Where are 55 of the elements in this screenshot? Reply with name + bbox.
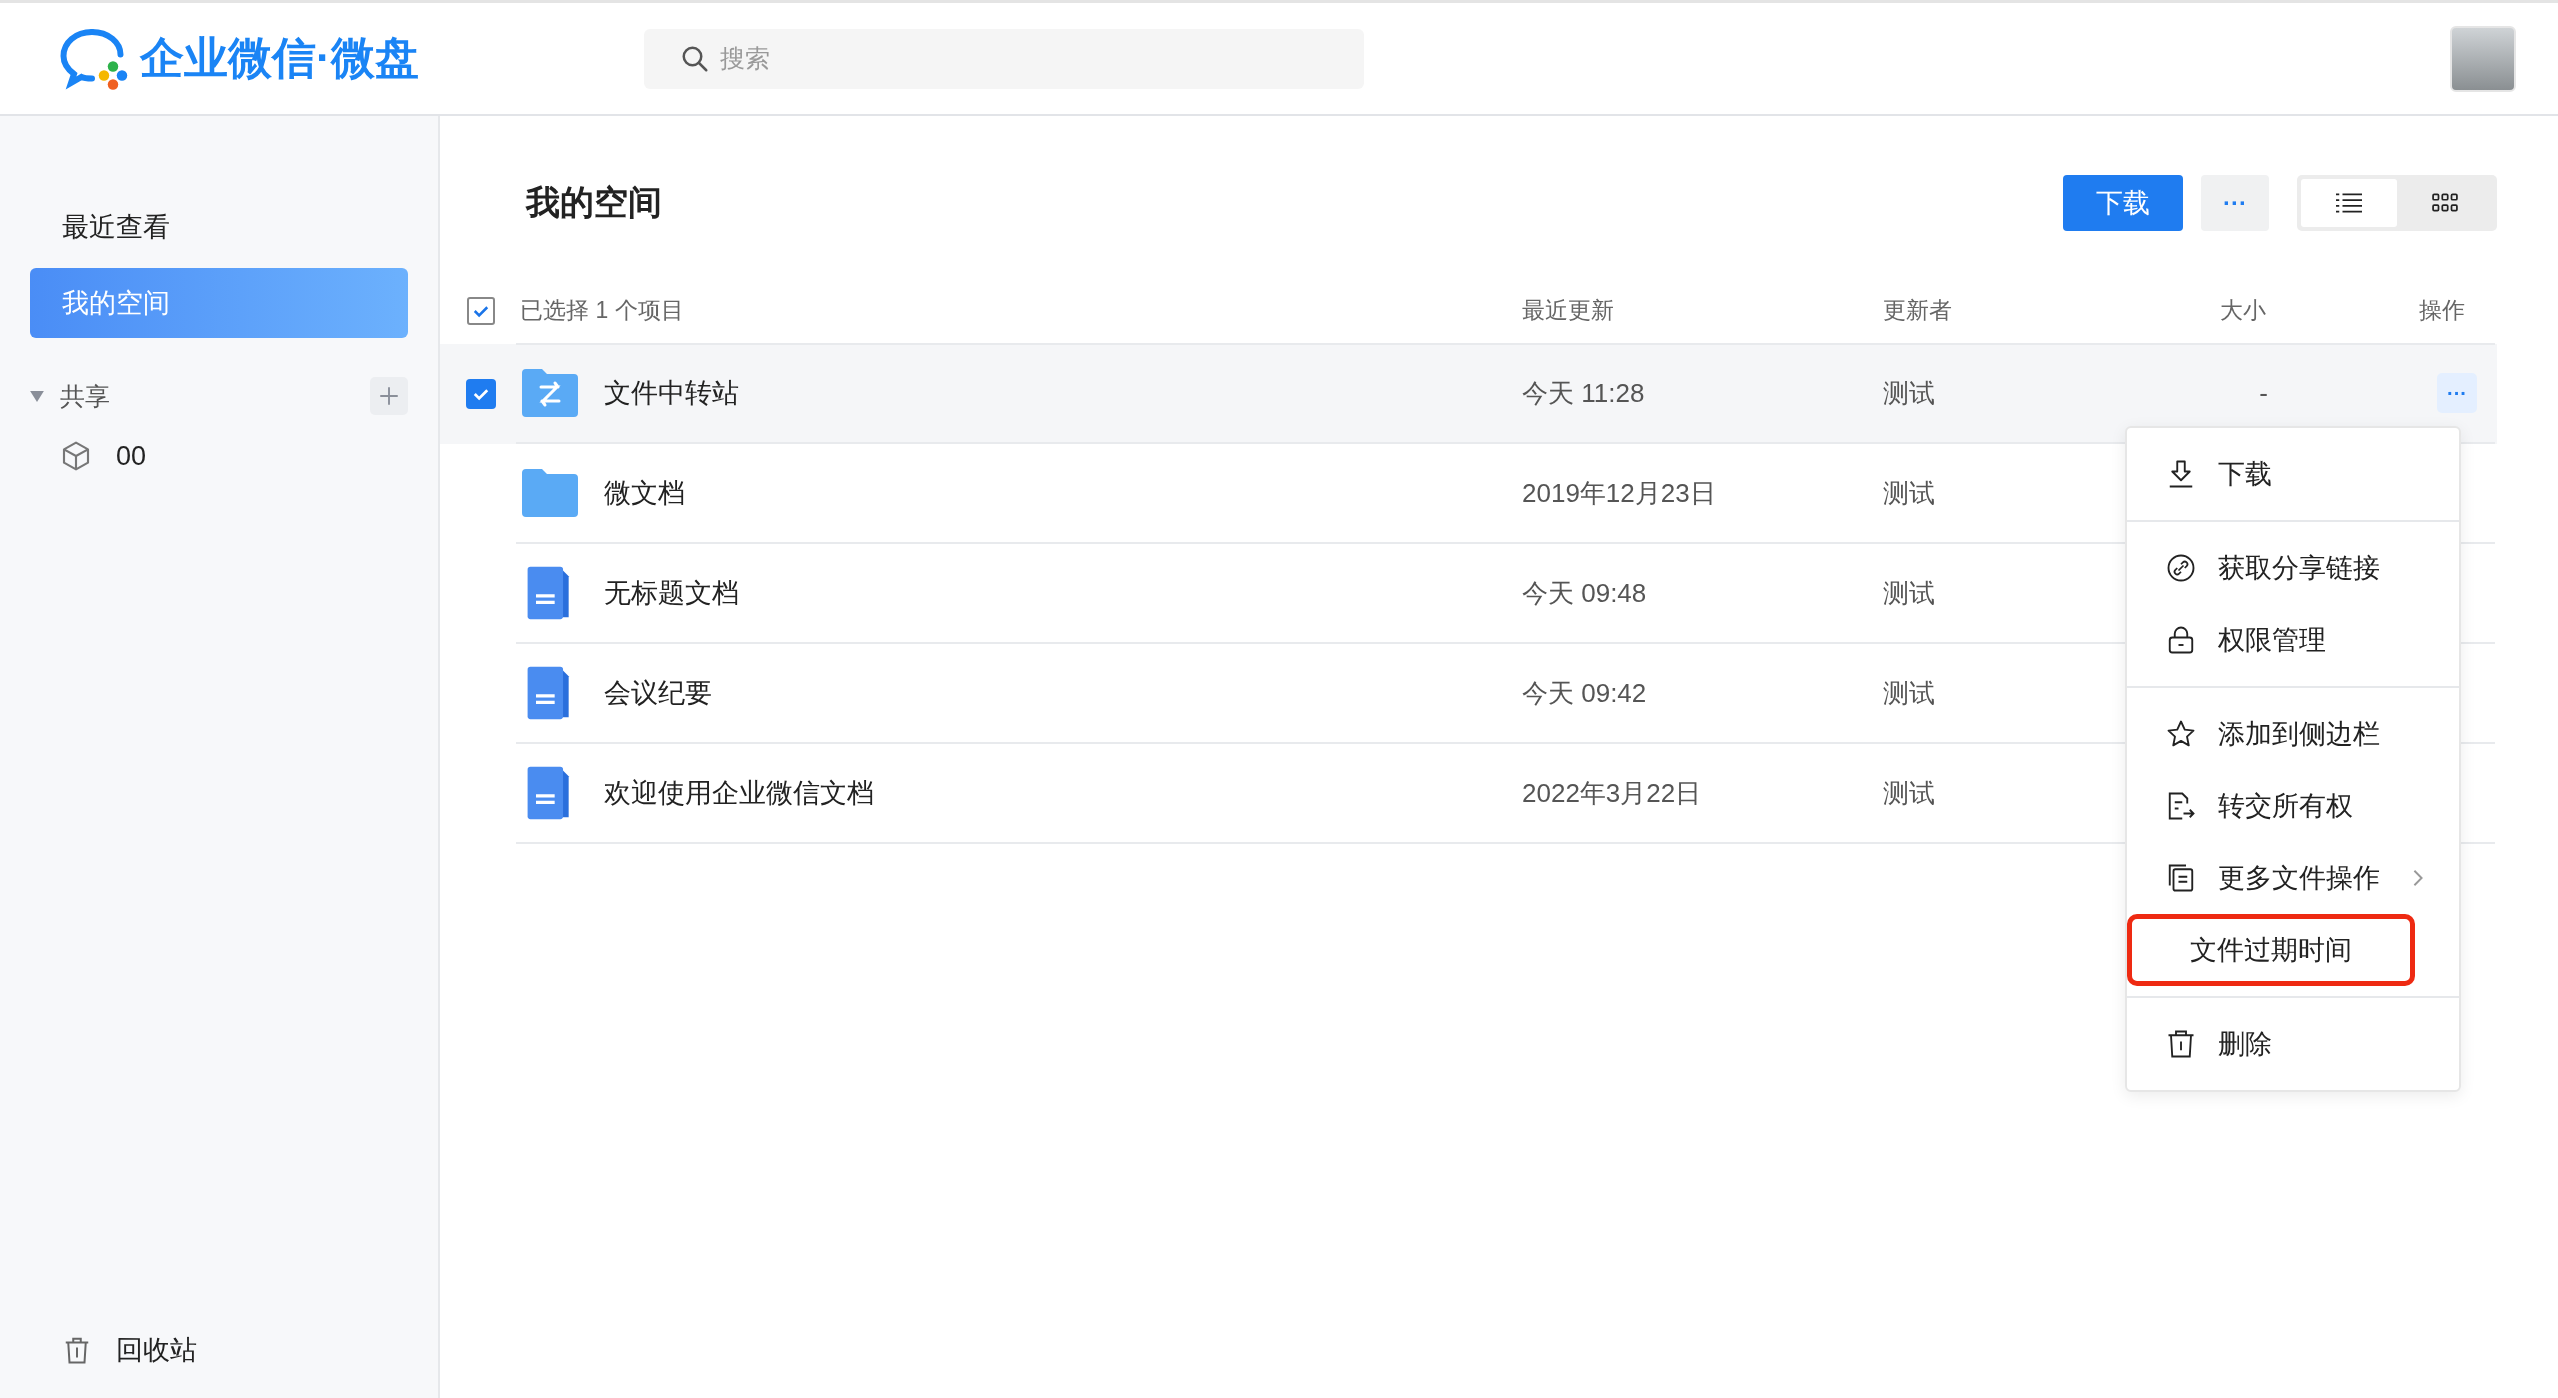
menu-item[interactable]: 添加到侧边栏 <box>2127 698 2459 770</box>
shared-space-item[interactable]: 00 <box>116 440 147 472</box>
logo-text: 企业微信·微盘 <box>140 32 419 84</box>
column-header[interactable]: 大小 <box>2220 294 2266 326</box>
star-icon <box>2166 719 2196 749</box>
updater-name: 测试 <box>1883 676 1935 710</box>
list-view-button[interactable] <box>2301 179 2397 227</box>
add-button[interactable] <box>370 377 408 415</box>
menu-item[interactable]: 文件过期时间 <box>2127 914 2415 986</box>
file-size: - <box>2259 377 2268 409</box>
list-icon <box>2336 193 2362 213</box>
menu-item[interactable]: 权限管理 <box>2127 604 2459 676</box>
select-all-checkbox[interactable] <box>467 297 495 325</box>
expand-triangle-icon[interactable] <box>30 390 44 402</box>
column-header[interactable]: 最近更新 <box>1522 294 1614 326</box>
menu-item[interactable]: 获取分享链接 <box>2127 532 2459 604</box>
row-checkbox[interactable] <box>466 379 496 409</box>
copy-icon <box>2166 863 2196 893</box>
chevron-right-icon <box>2412 868 2424 888</box>
updater-name: 测试 <box>1883 576 1935 610</box>
menu-item[interactable]: 转交所有权 <box>2127 770 2459 842</box>
trash-icon <box>2166 1029 2196 1059</box>
file-name[interactable]: 文件中转站 <box>604 375 739 411</box>
more-button[interactable]: ··· <box>2201 175 2269 231</box>
selected-row-highlight[interactable]: 文件中转站 今天 11:28 测试 - ··· <box>440 344 2497 444</box>
document-arrow-icon <box>2166 791 2196 821</box>
search-field[interactable]: 搜索 <box>644 28 1364 89</box>
avatar-photo-placeholder[interactable] <box>2450 25 2516 92</box>
lock-icon <box>2166 625 2196 655</box>
link-icon <box>2166 553 2196 583</box>
sidebar-item[interactable]: 最近查看 <box>30 192 408 262</box>
selection-count: 已选择 1 个项目 <box>520 295 684 325</box>
updater-name: 测试 <box>1883 376 1935 410</box>
file-name[interactable]: 无标题文档 <box>604 575 739 611</box>
shared-section-label[interactable]: 共享 <box>60 379 110 413</box>
updated-date: 2022年3月22日 <box>1522 776 1702 810</box>
updated-date: 今天 11:28 <box>1522 376 1645 410</box>
file-name[interactable]: 微文档 <box>604 475 685 511</box>
updater-name: 测试 <box>1883 776 1935 810</box>
menu-item[interactable]: 更多文件操作 <box>2127 842 2459 914</box>
updater-name: 测试 <box>1883 476 1935 510</box>
page-title: 我的空间 <box>526 182 662 223</box>
menu-item[interactable]: 删除 <box>2127 1008 2459 1080</box>
updated-date: 今天 09:48 <box>1522 576 1647 610</box>
plus-icon <box>379 386 399 406</box>
updated-date: 2019年12月23日 <box>1522 476 1716 510</box>
file-name[interactable]: 欢迎使用企业微信文档 <box>604 775 874 811</box>
updated-date: 今天 09:42 <box>1522 676 1647 710</box>
file-name[interactable]: 会议纪要 <box>604 675 712 711</box>
cube-icon <box>60 440 92 472</box>
grid-icon <box>2432 193 2458 213</box>
column-header: 操作 <box>2419 295 2465 325</box>
download-button[interactable]: 下载 <box>2063 175 2183 231</box>
column-header[interactable]: 更新者 <box>1883 294 1952 326</box>
recycle-bin-item[interactable]: 回收站 <box>116 1332 197 1368</box>
